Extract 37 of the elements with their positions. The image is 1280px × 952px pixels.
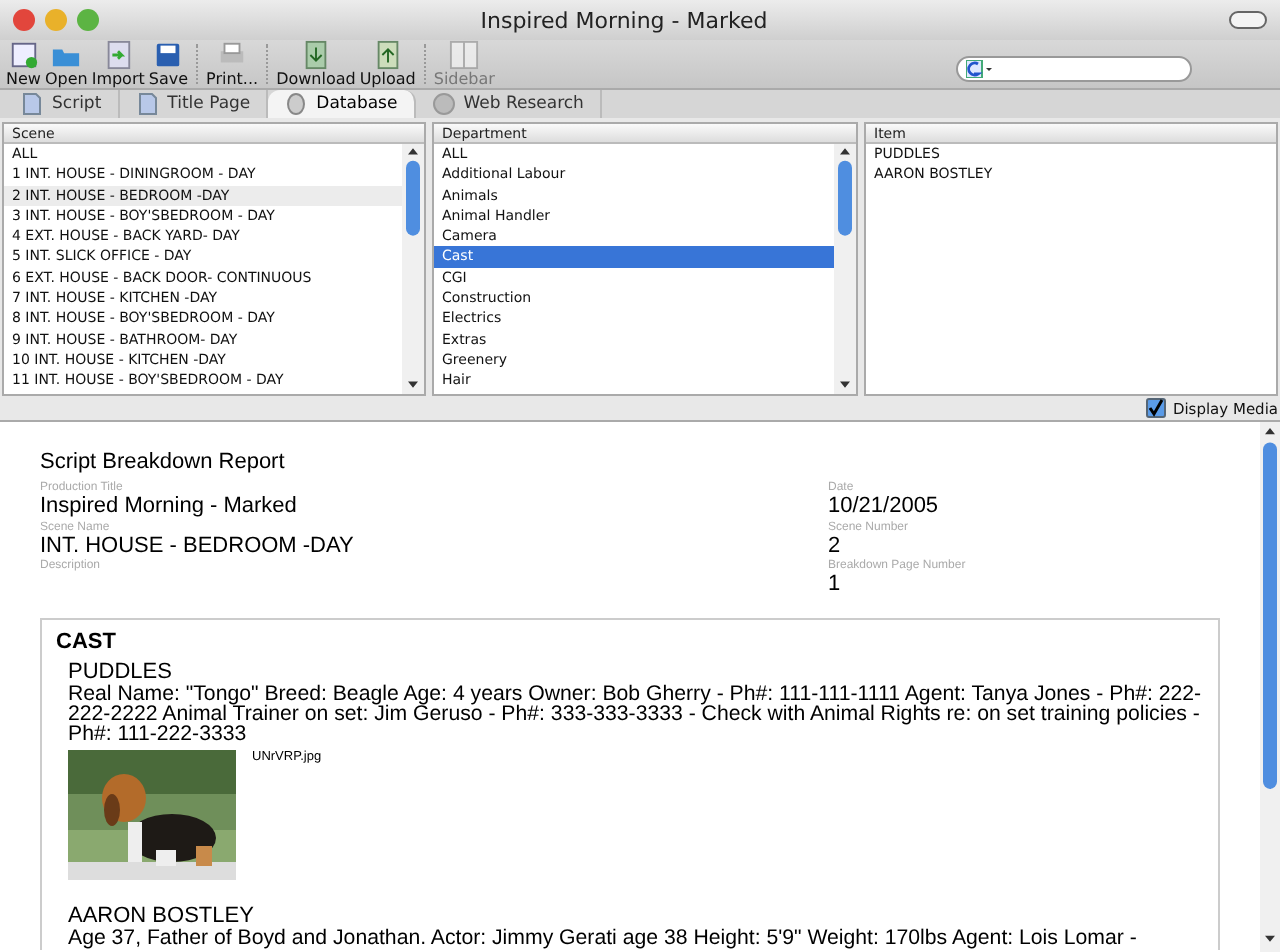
toolbar-button[interactable]: Save	[146, 40, 191, 88]
entry-name: PUDDLES	[68, 659, 174, 683]
tab[interactable]: Database	[268, 90, 416, 118]
entry-details: Age 37, Father of Boyd and Jonathan. Actor: Jimmy Gerati age 38 Height: 5'9" Weight: 170lbs Agent: Lois Lomar -	[68, 928, 1139, 950]
tab[interactable]: Title Page	[119, 90, 269, 118]
scrollbar[interactable]	[402, 144, 424, 394]
save-icon	[152, 40, 185, 70]
scrollbar[interactable]	[1260, 422, 1280, 952]
zoom-icon[interactable]	[76, 8, 100, 32]
section-heading: CAST	[56, 629, 118, 653]
toolbar-button[interactable]: Download	[274, 40, 358, 88]
toolbar-button[interactable]: Import	[89, 40, 147, 88]
field-value: INT. HOUSE - BEDROOM -DAY	[40, 533, 356, 557]
import-icon	[102, 40, 135, 70]
entry-details: Real Name: "Tongo" Breed: Beagle Age: 4 years Owner: Bob Gherry - Ph#: 111-111-1111 Agent: Tanya Jones - Ph#: 222-222-2222 Animal Trainer on set: Jim Geruso - Ph#: 333-333-3333 - Check with Animal Rights re: on set training policies - Ph#: 111-222-3333	[68, 683, 1204, 745]
close-icon[interactable]	[12, 8, 36, 32]
toolbar-toggle-icon[interactable]	[1228, 10, 1268, 30]
new-icon	[7, 40, 40, 70]
field-value: 1	[828, 572, 843, 596]
toolbar-button[interactable]: Open	[42, 40, 90, 88]
field-value: 10/21/2005	[828, 494, 941, 518]
tab[interactable]: Script	[4, 90, 120, 118]
scrollbar[interactable]	[834, 144, 856, 394]
toolbar-button[interactable]: New	[4, 40, 43, 88]
window-title: Inspired Morning - Marked	[478, 7, 770, 33]
document-icon	[135, 92, 160, 116]
search-field[interactable]	[956, 56, 1192, 82]
toolbar-button[interactable]: Print...	[204, 40, 261, 88]
entry-name: AARON BOSTLEY	[68, 904, 254, 929]
minimize-icon[interactable]	[44, 8, 68, 32]
sidebar-icon	[448, 40, 481, 70]
report-title: Script Breakdown Report	[40, 450, 287, 474]
toolbar-button[interactable]: Upload	[357, 40, 418, 88]
tab[interactable]: Web Research	[415, 90, 602, 118]
field-value: Inspired Morning - Marked	[40, 494, 299, 518]
field-value: 2	[828, 533, 843, 557]
document-icon	[20, 92, 44, 116]
